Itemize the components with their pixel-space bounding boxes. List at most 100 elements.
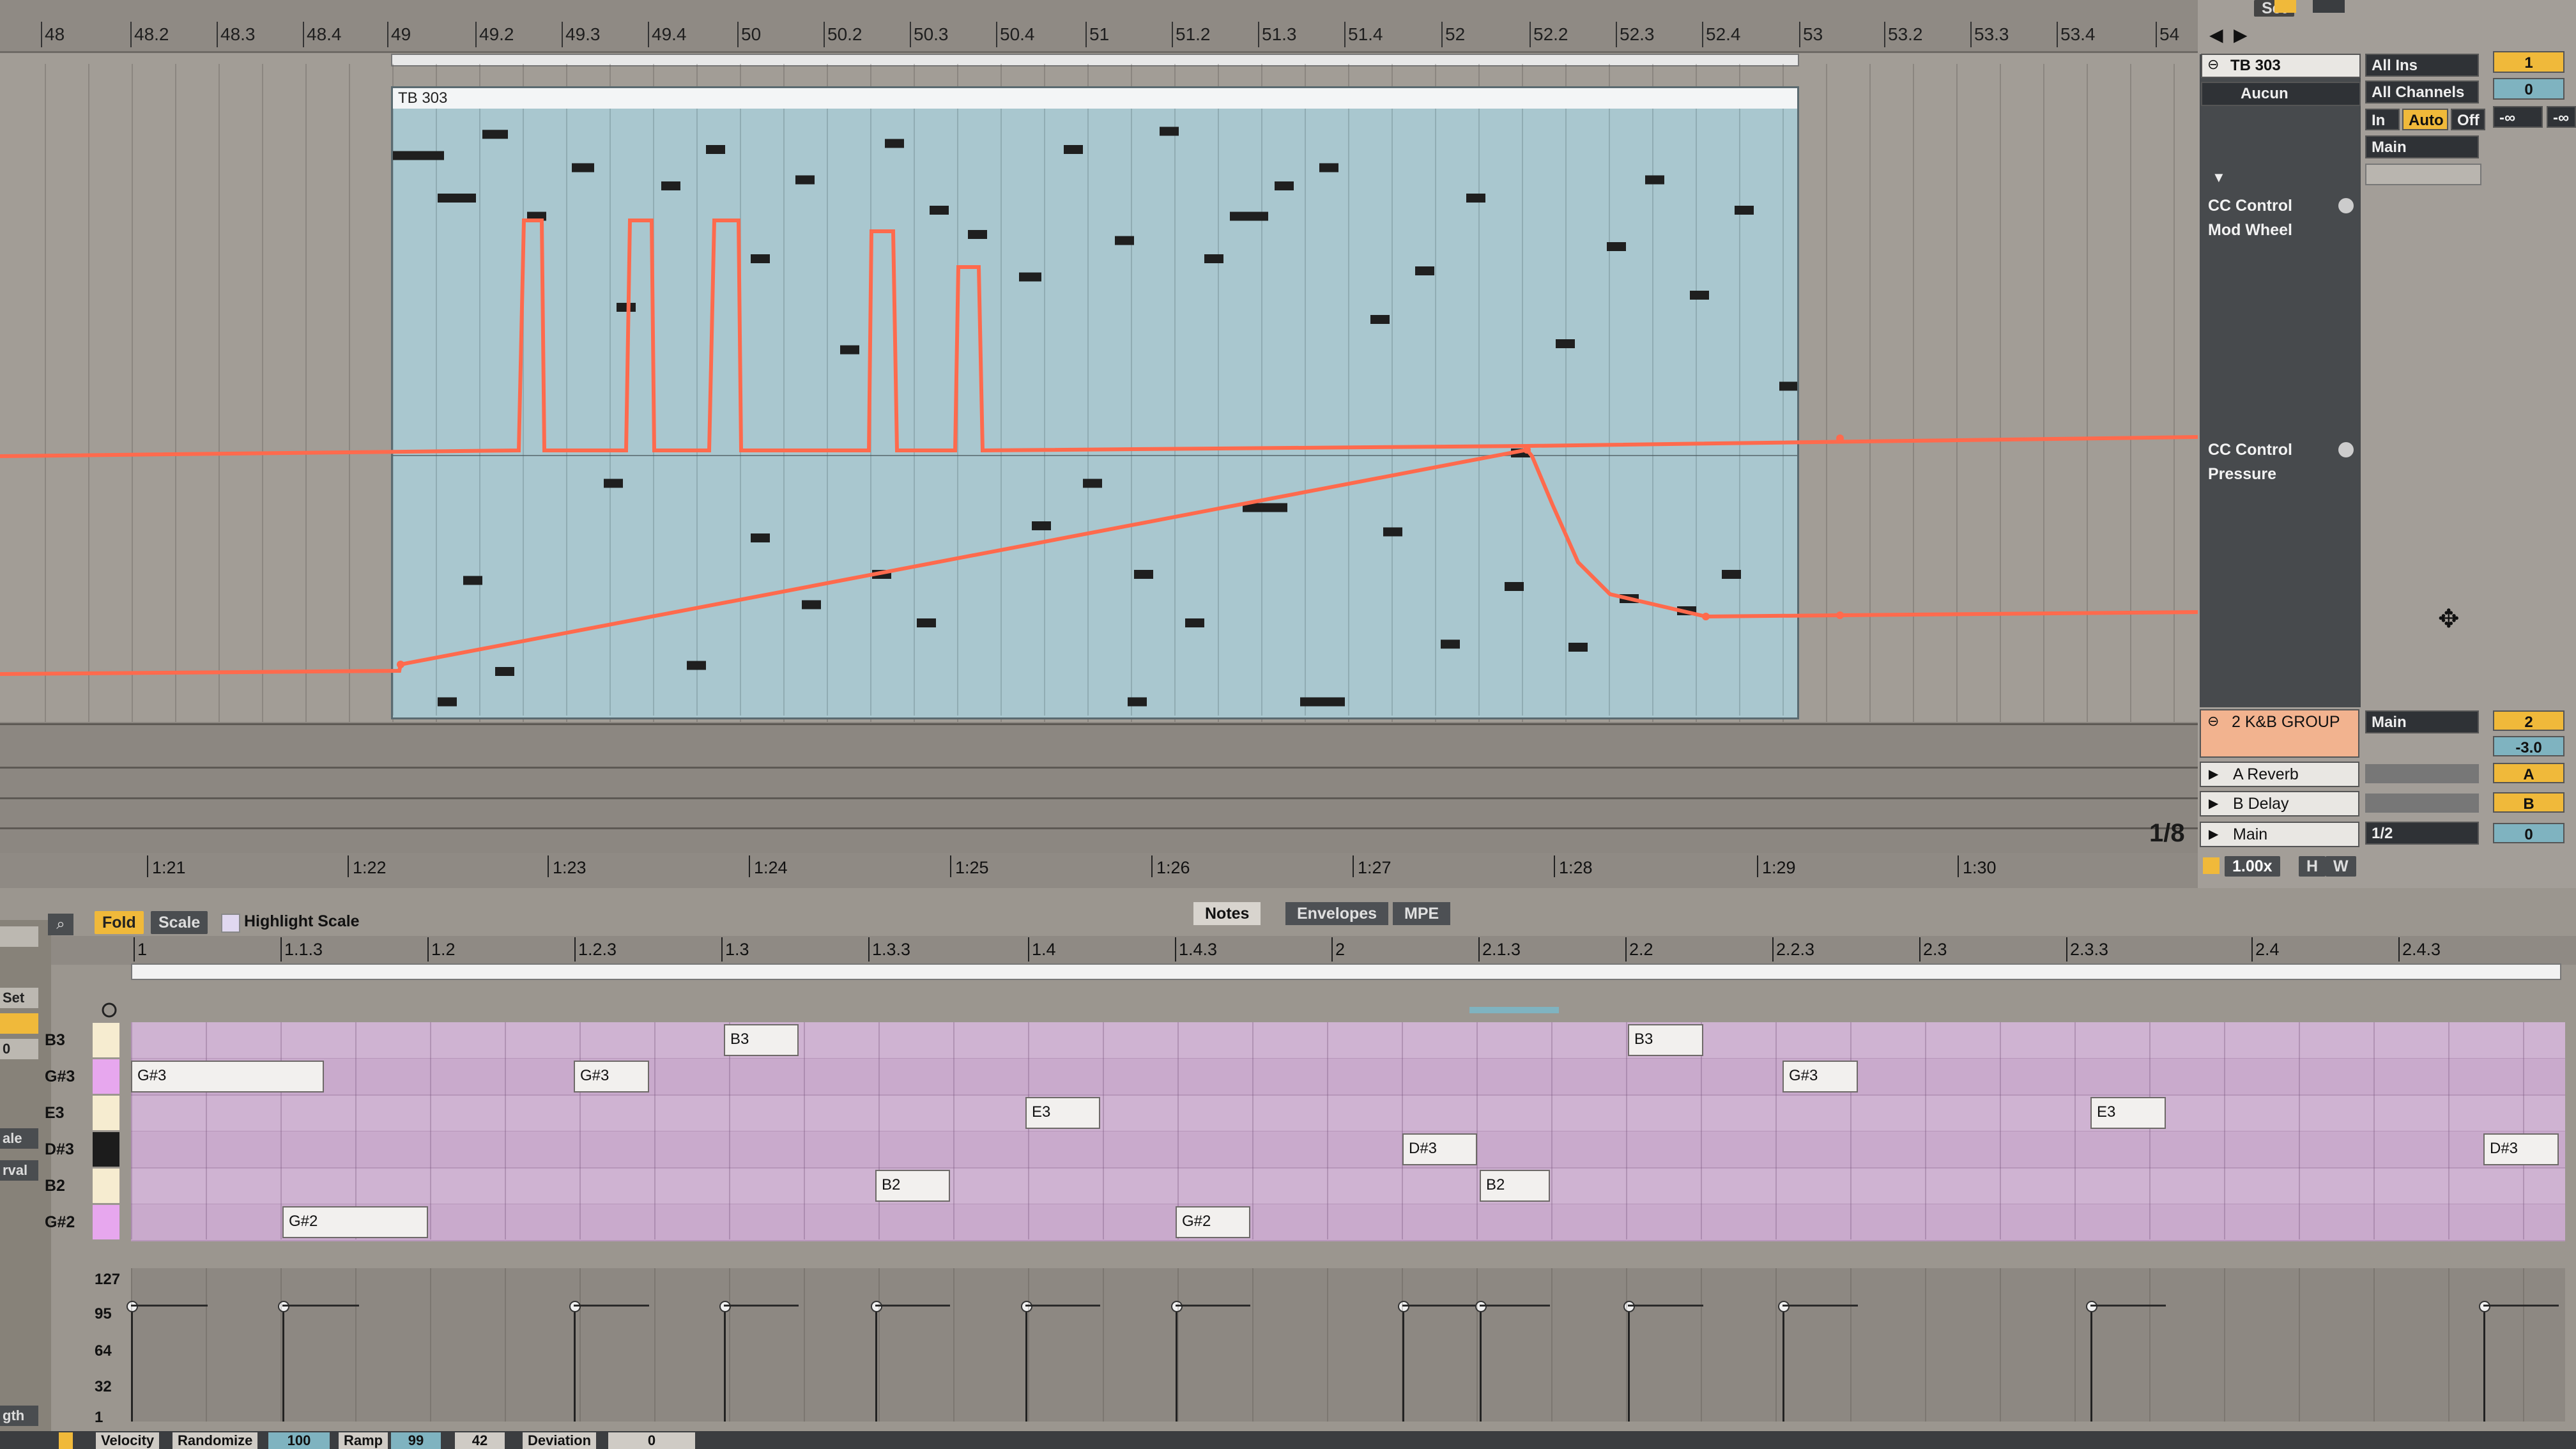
midi-note[interactable]: E3	[2090, 1097, 2166, 1129]
output-chooser[interactable]: Main	[2365, 135, 2479, 158]
note-row[interactable]	[131, 1204, 2565, 1241]
cc1-remove-icon[interactable]	[2338, 198, 2354, 213]
ramp-value[interactable]: 99	[391, 1432, 441, 1449]
fold-button[interactable]: Fold	[95, 911, 144, 934]
velocity-fold-icon[interactable]	[59, 1432, 73, 1449]
peak-meter-right: -∞	[2547, 106, 2576, 128]
follow-icon[interactable]	[2203, 857, 2220, 874]
note-row[interactable]	[131, 1168, 2565, 1205]
group-volume[interactable]: -3.0	[2493, 736, 2564, 756]
cc2-remove-icon[interactable]	[2338, 442, 2354, 457]
group-number[interactable]: 2	[2493, 710, 2564, 731]
tab-envelopes[interactable]: Envelopes	[1285, 902, 1389, 925]
collapse-icon[interactable]: ▼	[2212, 169, 2226, 186]
group-output-chooser[interactable]: Main	[2365, 710, 2479, 733]
volume-field[interactable]: 0	[2493, 78, 2564, 100]
editor-loop-brace[interactable]	[131, 963, 2561, 980]
velocity-handle[interactable]	[278, 1301, 289, 1312]
w-button[interactable]: W	[2326, 856, 2356, 877]
nav-right-icon[interactable]: ▶	[2234, 24, 2248, 45]
return-a-output[interactable]	[2365, 764, 2479, 783]
midi-note[interactable]: G#3	[1782, 1061, 1858, 1092]
return-a-header[interactable]: A Reverb	[2200, 762, 2359, 787]
editor-beat-label: 1.2.3	[574, 937, 617, 962]
automation-overlay[interactable]	[0, 0, 2198, 722]
piano-key[interactable]	[93, 1059, 119, 1094]
velocity-grid-line	[2523, 1268, 2524, 1422]
input-channel-chooser[interactable]: All Channels	[2365, 80, 2479, 103]
midi-note[interactable]: G#2	[1176, 1206, 1250, 1238]
h-button[interactable]: H	[2299, 856, 2326, 877]
master-header[interactable]: Main	[2200, 822, 2359, 847]
highlight-scale-checkbox[interactable]	[221, 914, 240, 933]
fold-toggle-icon[interactable]	[100, 1002, 119, 1018]
midi-note[interactable]: D#3	[2483, 1133, 2559, 1165]
left-strip-top[interactable]	[0, 926, 38, 947]
tab-mpe[interactable]: MPE	[1393, 902, 1451, 925]
ramp-value-2[interactable]: 42	[455, 1432, 505, 1449]
track-fold-icon[interactable]: ⊖	[2207, 56, 2219, 73]
randomize-value[interactable]: 100	[268, 1432, 330, 1449]
midi-note[interactable]: B3	[724, 1024, 799, 1056]
velocity-handle[interactable]	[1171, 1301, 1183, 1312]
note-row[interactable]	[131, 1022, 2565, 1059]
nav-left-icon[interactable]: ◀	[2209, 24, 2223, 45]
piano-key[interactable]	[93, 1023, 119, 1057]
draw-mode-button[interactable]	[2274, 0, 2296, 13]
midi-note[interactable]: B3	[1628, 1024, 1703, 1056]
midi-note[interactable]: G#3	[574, 1061, 649, 1092]
time-ruler[interactable]: 1:21 1:22 1:23 1:24 1:25 1:26 1:27 1:28 1:29 1:30	[0, 853, 2198, 888]
set-label[interactable]: Set	[0, 988, 38, 1008]
preset-chooser[interactable]: Aucun	[2201, 82, 2361, 106]
send-b-button[interactable]: B	[2493, 792, 2564, 813]
velocity-handle[interactable]	[2086, 1301, 2097, 1312]
velocity-handle[interactable]	[2479, 1301, 2490, 1312]
lock-icon[interactable]	[2313, 0, 2345, 13]
midi-note[interactable]: E3	[1025, 1097, 1100, 1129]
roll-grid-line	[2299, 1022, 2300, 1239]
time-tick-label: 1:21	[147, 855, 186, 877]
velocity-handle[interactable]	[871, 1301, 882, 1312]
deviation-value[interactable]: 0	[608, 1432, 695, 1449]
piano-key[interactable]	[93, 1096, 119, 1130]
master-value[interactable]: 0	[2493, 823, 2564, 843]
midi-note[interactable]: B2	[875, 1170, 950, 1202]
midi-note[interactable]: G#3	[131, 1061, 324, 1092]
midi-note[interactable]: D#3	[1402, 1133, 1477, 1165]
send-a-button[interactable]: A	[2493, 763, 2564, 783]
velocity-lane[interactable]	[126, 1268, 2565, 1422]
group-fold-icon[interactable]: ⊖	[2207, 713, 2219, 730]
piano-key[interactable]	[93, 1169, 119, 1203]
tab-notes[interactable]: Notes	[1193, 902, 1261, 925]
velocity-handle[interactable]	[1398, 1301, 1409, 1312]
midi-note[interactable]: G#2	[282, 1206, 428, 1238]
return-b-output[interactable]	[2365, 793, 2479, 813]
track-name-field[interactable]: TB 303	[2201, 54, 2361, 78]
piano-roll[interactable]: G#3 G#2 G#3 B3 B2 E3 G#2 D#3 B2 B3 G#3 E3 D#3	[131, 1022, 2565, 1241]
note-row[interactable]	[131, 1095, 2565, 1132]
velocity-handle[interactable]	[1623, 1301, 1635, 1312]
input-type-chooser[interactable]: All Ins	[2365, 54, 2479, 77]
editor-beat-ruler[interactable]: 1 1.1.3 1.2 1.2.3 1.3 1.3.3 1.4 1.4.3 2 2.1.3 2.2 2…	[51, 936, 2576, 965]
note-row[interactable]	[131, 1059, 2565, 1096]
master-quant-chooser[interactable]: 1/2	[2365, 822, 2479, 845]
group-track-header[interactable]: 2 K&B GROUP ⊖	[2200, 709, 2359, 758]
randomize-button[interactable]: Randomize	[172, 1432, 258, 1449]
velocity-handle[interactable]	[1021, 1301, 1032, 1312]
monitor-auto-button[interactable]: Auto	[2402, 109, 2448, 130]
output-sub-chooser[interactable]	[2365, 164, 2481, 185]
scale-button[interactable]: Scale	[151, 911, 208, 934]
velocity-handle[interactable]	[1778, 1301, 1790, 1312]
monitor-off-button[interactable]: Off	[2451, 109, 2485, 130]
grid-quantization[interactable]: 1/8	[2149, 819, 2185, 848]
monitor-in-button[interactable]: In	[2365, 109, 2400, 130]
piano-key[interactable]	[93, 1132, 119, 1167]
return-b-header[interactable]: B Delay	[2200, 791, 2359, 816]
midi-note[interactable]: B2	[1480, 1170, 1550, 1202]
tempo-scale[interactable]: 1.00x	[2225, 856, 2280, 877]
piano-key[interactable]	[93, 1205, 119, 1239]
roll-grid-line	[206, 1022, 207, 1239]
search-icon[interactable]: ⌕	[48, 914, 73, 935]
note-row[interactable]	[131, 1131, 2565, 1169]
track-number[interactable]: 1	[2493, 51, 2564, 73]
